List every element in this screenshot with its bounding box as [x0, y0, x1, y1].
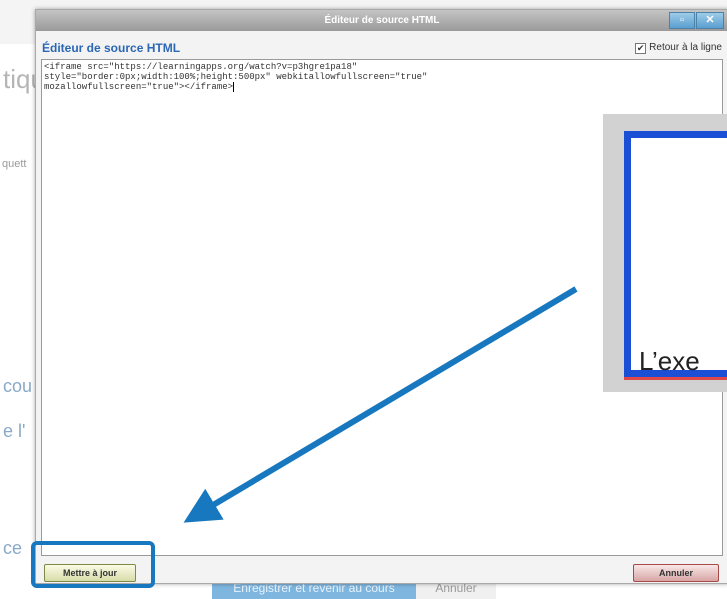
code-line: <iframe src="https://learningapps.org/wa… — [44, 62, 358, 72]
background-link-fragment-3[interactable]: ce — [3, 538, 22, 559]
preview-panel: L’exe — [603, 114, 727, 392]
background-label-fragment: quett — [2, 158, 27, 170]
minimize-icon[interactable]: ▫ — [669, 12, 695, 29]
background-link-fragment-2[interactable]: e l' — [3, 421, 25, 442]
cancel-button[interactable]: Annuler — [633, 564, 719, 582]
wrap-lines-label: Retour à la ligne — [649, 42, 722, 53]
dialog-title: Éditeur de source HTML — [324, 15, 440, 26]
preview-text: L’exe — [639, 346, 700, 376]
dialog-titlebar[interactable]: Éditeur de source HTML ▫ ✕ — [36, 10, 727, 31]
code-line: mozallowfullscreen="true"></iframe> — [44, 82, 234, 92]
text-caret — [233, 82, 235, 92]
code-content: <iframe src="https://learningapps.org/wa… — [44, 62, 720, 92]
update-button-highlight — [31, 541, 155, 588]
window-buttons: ▫ ✕ — [668, 12, 724, 29]
code-line: style="border:0px;width:100%;height:500p… — [44, 72, 428, 82]
close-icon[interactable]: ✕ — [696, 12, 724, 29]
background-link-fragment-1[interactable]: cou — [3, 376, 32, 397]
editor-heading: Éditeur de source HTML — [42, 41, 181, 55]
checkbox-checked-icon[interactable]: ✔ — [635, 43, 647, 54]
wrap-lines-toggle[interactable]: ✔ Retour à la ligne — [635, 42, 722, 54]
preview-card: L’exe — [624, 131, 727, 377]
